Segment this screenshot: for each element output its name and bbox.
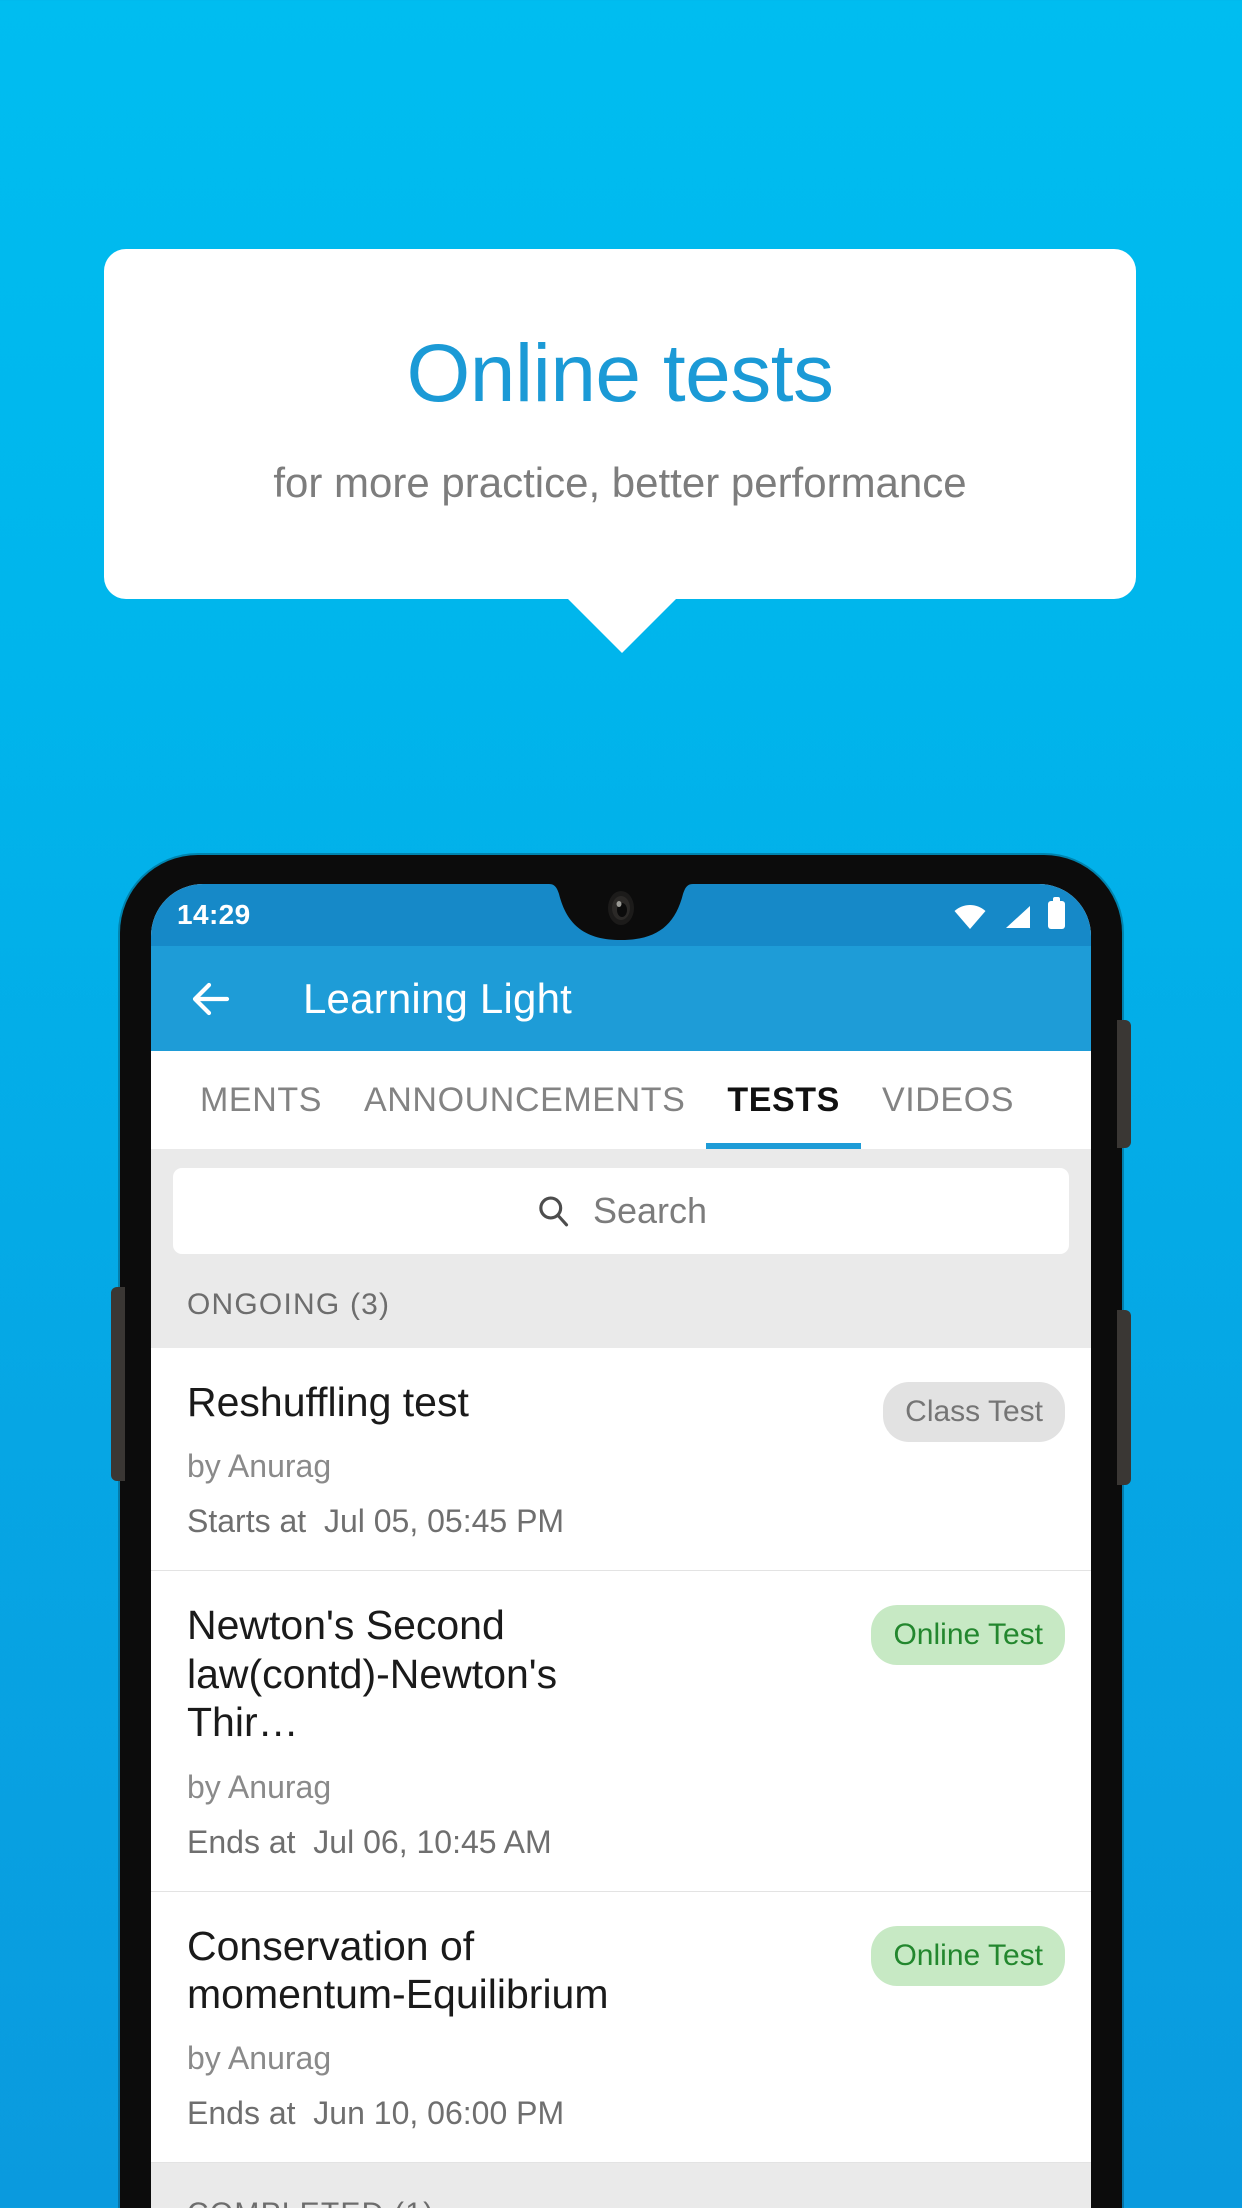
table-row[interactable]: Conservation of momentum-Equilibrium by … xyxy=(151,1891,1091,2164)
table-row[interactable]: Reshuffling test by Anurag Starts at Jul… xyxy=(151,1348,1091,1572)
promo-title: Online tests xyxy=(406,328,834,419)
phone-power-button[interactable] xyxy=(1117,1020,1131,1148)
test-title: Reshuffling test xyxy=(187,1379,469,1425)
tab-bar: MENTS ANNOUNCEMENTS TESTS VIDEOS xyxy=(151,1051,1091,1149)
tab-announcements[interactable]: ANNOUNCEMENTS xyxy=(343,1051,706,1149)
promo-subtitle: for more practice, better performance xyxy=(273,459,967,507)
test-time: Ends at Jul 06, 10:45 AM xyxy=(187,1824,857,1861)
tab-videos[interactable]: VIDEOS xyxy=(861,1051,1035,1149)
back-arrow-icon[interactable] xyxy=(187,975,235,1023)
waterdrop-notch xyxy=(151,884,1091,940)
test-time-label: Starts at xyxy=(187,1503,307,1540)
test-author: by Anurag xyxy=(187,1768,332,1805)
table-row[interactable]: Newton's Second law(contd)-Newton's Thir… xyxy=(151,1571,1091,1892)
test-time-value: Jul 05, 05:45 PM xyxy=(323,1503,565,1540)
phone-left-volume-button[interactable] xyxy=(111,1287,125,1481)
signal-icon xyxy=(1006,906,1030,928)
test-title: Newton's Second law(contd)-Newton's Thir… xyxy=(187,1602,558,1746)
test-time-label: Ends at xyxy=(187,1823,296,1860)
test-author: by Anurag xyxy=(187,1448,332,1485)
test-row-content: Reshuffling test by Anurag Starts at Jul… xyxy=(187,1378,869,1540)
test-time: Ends at Jun 10, 06:00 PM xyxy=(187,2095,857,2132)
status-bar-clock: 14:29 xyxy=(177,899,251,930)
test-title: Conservation of momentum-Equilibrium xyxy=(187,1922,609,2017)
test-time-label: Ends at xyxy=(187,2095,296,2132)
status-badge: Online Test xyxy=(871,1605,1065,1666)
status-badge: Online Test xyxy=(871,1925,1065,1986)
search-area: Search xyxy=(151,1149,1091,1254)
section-header-completed: COMPLETED (1) xyxy=(151,2163,1091,2208)
section-header-ongoing: ONGOING (3) xyxy=(151,1254,1091,1348)
search-icon xyxy=(539,1196,569,1227)
phone-screen: 14:29 Learning Light MENTS ANNOUNCEMENTS xyxy=(151,884,1091,2208)
test-row-content: Conservation of momentum-Equilibrium by … xyxy=(187,1922,857,2133)
app-bar: Learning Light xyxy=(151,946,1091,1051)
test-time: Starts at Jul 05, 05:45 PM xyxy=(187,1503,869,1540)
app-bar-title: Learning Light xyxy=(303,974,573,1022)
promo-bubble-tail xyxy=(567,598,677,653)
promo-card: Online tests for more practice, better p… xyxy=(104,249,1136,599)
search-placeholder-text: Search xyxy=(592,1190,708,1231)
phone-right-volume-button[interactable] xyxy=(1117,1310,1131,1485)
battery-icon xyxy=(1048,897,1065,929)
status-bar: 14:29 xyxy=(151,884,1091,946)
status-bar-icons xyxy=(954,897,1065,929)
phone-device-frame: 14:29 Learning Light MENTS ANNOUNCEMENTS xyxy=(111,855,1131,2208)
test-time-value: Jun 10, 06:00 PM xyxy=(313,2095,565,2132)
test-time-value: Jul 06, 10:45 AM xyxy=(313,1823,552,1860)
test-row-content: Newton's Second law(contd)-Newton's Thir… xyxy=(187,1601,857,1860)
search-input[interactable]: Search xyxy=(173,1168,1069,1254)
wifi-icon xyxy=(954,905,986,929)
status-badge: Class Test xyxy=(883,1382,1065,1442)
tab-assignments[interactable]: MENTS xyxy=(179,1051,343,1149)
tab-tests[interactable]: TESTS xyxy=(706,1051,861,1149)
test-author: by Anurag xyxy=(187,2040,332,2077)
